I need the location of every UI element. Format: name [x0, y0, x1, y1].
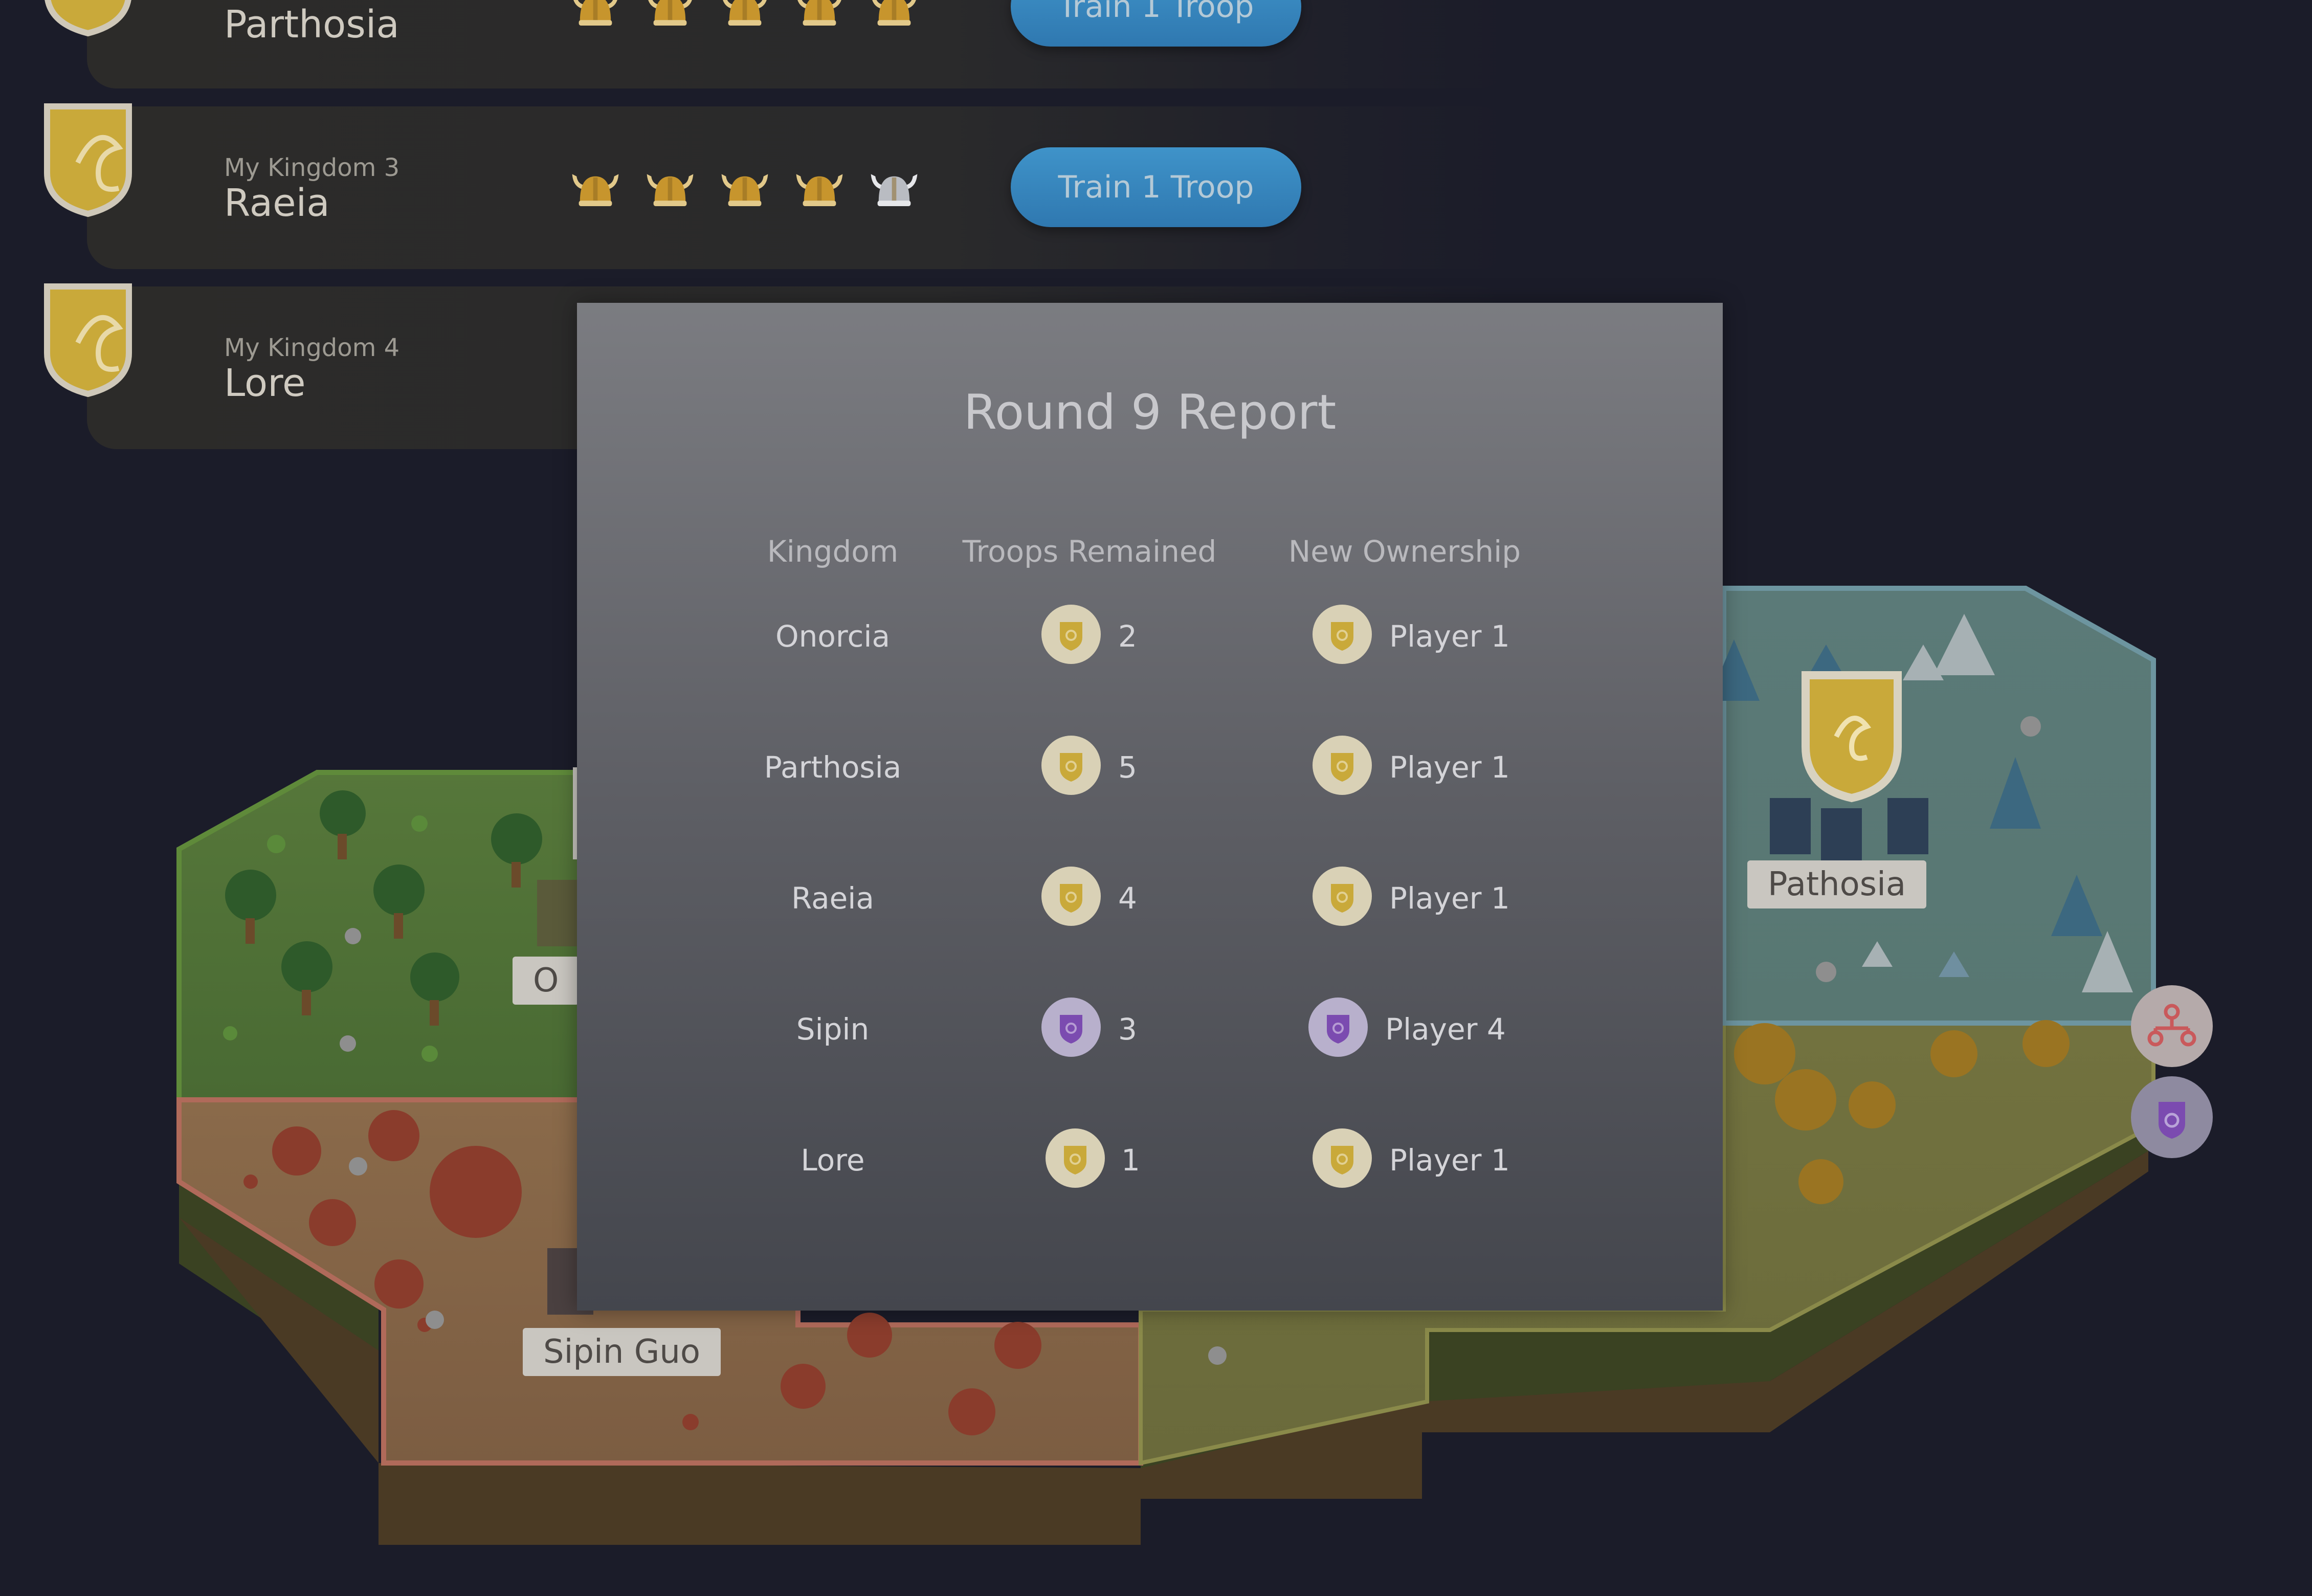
report-kingdom-name: Lore: [801, 1143, 865, 1178]
onorcia-castle: [537, 880, 583, 946]
gold-owner-badge-icon: [1311, 866, 1373, 927]
kingdom-subtitle: My Kingdom 4: [224, 334, 400, 362]
gold-helmet-icon: [792, 158, 847, 215]
troop-helmets: [568, 158, 922, 215]
header-kingdom: Kingdom: [767, 534, 899, 569]
gold-helmet-icon: [642, 158, 698, 215]
gold-helmet-icon: [792, 0, 847, 34]
gold-faction-badge-icon: [1040, 735, 1102, 796]
gold-helmet-icon: [866, 0, 922, 34]
report-kingdom-name: Sipin: [796, 1012, 870, 1047]
report-kingdom-name: Raeia: [791, 881, 874, 916]
side-button-network[interactable]: [2131, 985, 2213, 1067]
kingdom-card-parthosia[interactable]: Parthosia Train 1 Troop: [45, 0, 1509, 88]
report-row: Parthosia 5 Player 1: [577, 728, 1723, 800]
troops-remained-value: 2: [1118, 619, 1137, 654]
report-row: Sipin 3 Player 4: [577, 990, 1723, 1062]
gold-faction-badge-icon: [1040, 866, 1102, 927]
troops-remained-value: 3: [1118, 1012, 1137, 1047]
gold-helmet-icon: [717, 0, 772, 34]
map-label-sipin-guo: Sipin Guo: [523, 1328, 721, 1376]
kingdom-subtitle: My Kingdom 3: [224, 153, 400, 182]
report-kingdom-name: Parthosia: [764, 750, 902, 785]
gold-faction-badge-icon: [1044, 1127, 1106, 1189]
troop-helmets: [568, 0, 922, 34]
network-icon: [2147, 1004, 2196, 1047]
header-troops-remained: Troops Remained: [962, 534, 1217, 569]
gold-helmet-icon: [568, 158, 623, 215]
train-troop-button[interactable]: Train 1 Troop: [1011, 147, 1301, 227]
round-report-modal[interactable]: Round 9 Report Kingdom Troops Remained N…: [577, 303, 1723, 1311]
pathosia-map-shield-icon[interactable]: [1802, 671, 1902, 803]
map-label-onorcia: O: [513, 957, 580, 1005]
kingdom-card-raeia[interactable]: My Kingdom 3 Raeia Train 1 Troop: [44, 103, 1509, 269]
gold-helmet-icon: [717, 158, 772, 215]
kingdom-name: Parthosia: [224, 3, 399, 47]
report-row: Onorcia 2 Player 1: [577, 597, 1723, 669]
train-troop-button[interactable]: Train 1 Troop: [1011, 0, 1301, 47]
troops-remained-value: 1: [1121, 1143, 1140, 1178]
report-row: Raeia 4 Player 1: [577, 859, 1723, 931]
silver-helmet-icon: [866, 158, 922, 215]
gold-faction-badge-icon: [1040, 604, 1102, 665]
new-owner-value: Player 1: [1389, 881, 1510, 916]
troops-remained-value: 5: [1118, 750, 1137, 785]
purple-shield-icon: [2159, 1102, 2185, 1139]
kingdom-shield-icon: [42, 96, 134, 219]
kingdom-name: Lore: [224, 361, 306, 405]
kingdom-shield-icon: [42, 276, 134, 399]
header-new-ownership: New Ownership: [1288, 534, 1521, 569]
new-owner-value: Player 1: [1389, 619, 1510, 654]
report-title: Round 9 Report: [963, 385, 1337, 440]
purple-faction-badge-icon: [1040, 996, 1102, 1058]
gold-helmet-icon: [642, 0, 698, 34]
side-button-faction[interactable]: [2131, 1076, 2213, 1158]
report-row: Lore 1 Player 1: [577, 1121, 1723, 1193]
kingdom-name: Raeia: [224, 181, 330, 225]
troops-remained-value: 4: [1118, 881, 1137, 916]
gold-owner-badge-icon: [1311, 1127, 1373, 1189]
gold-helmet-icon: [568, 0, 623, 34]
new-owner-value: Player 1: [1389, 1143, 1510, 1178]
gold-owner-badge-icon: [1311, 604, 1373, 665]
map-label-pathosia: Pathosia: [1747, 860, 1927, 908]
gold-owner-badge-icon: [1311, 735, 1373, 796]
new-owner-value: Player 1: [1389, 750, 1510, 785]
new-owner-value: Player 4: [1385, 1012, 1506, 1047]
report-kingdom-name: Onorcia: [775, 619, 891, 654]
purple-owner-badge-icon: [1307, 996, 1369, 1058]
kingdom-shield-icon: [42, 0, 134, 38]
